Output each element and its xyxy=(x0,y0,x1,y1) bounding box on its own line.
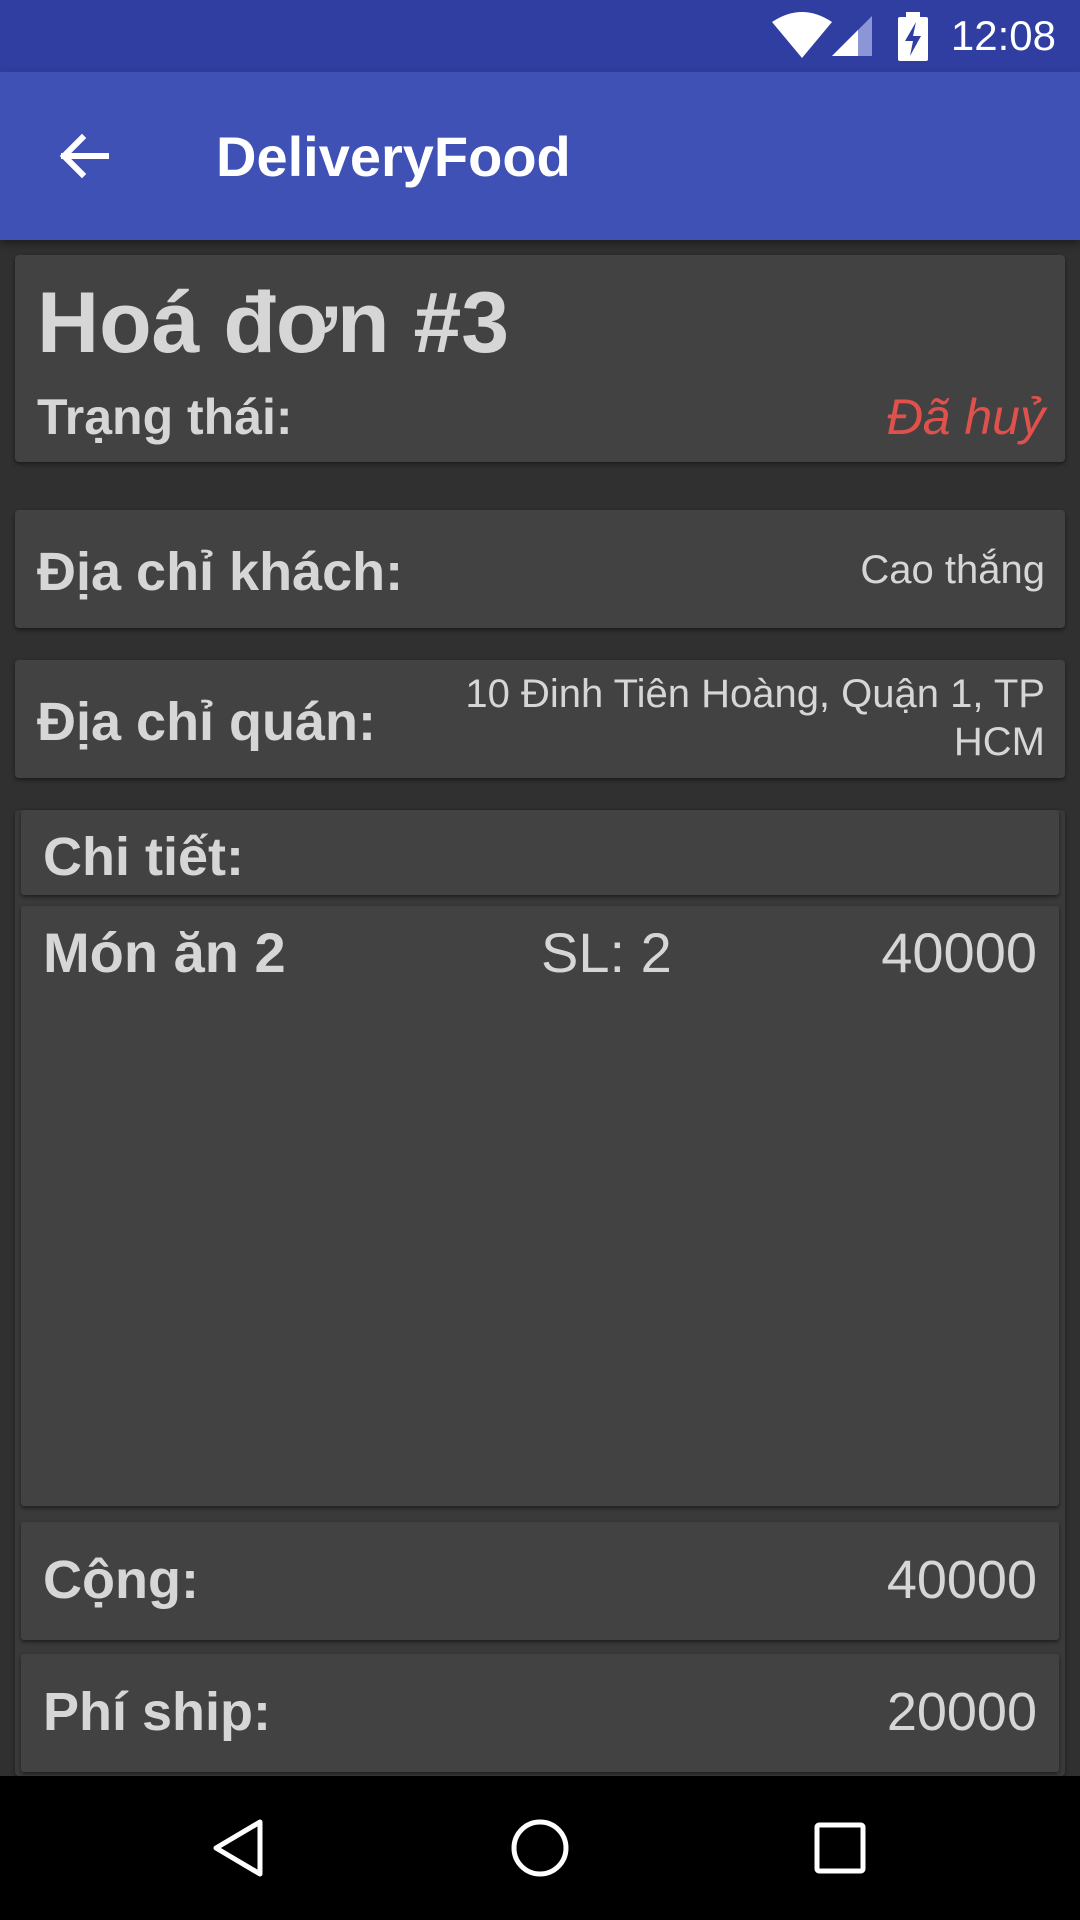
app-bar: DeliveryFood xyxy=(0,72,1080,240)
cell-signal-icon xyxy=(832,16,872,56)
details-card: Chi tiết: Món ăn 2 SL: 2 40000 Cộng: 400… xyxy=(15,810,1065,1776)
details-header-label: Chi tiết: xyxy=(43,827,244,887)
status-time: 12:08 xyxy=(950,12,1056,59)
arrow-back-icon xyxy=(59,133,109,179)
navigation-bar xyxy=(0,1776,1080,1920)
shop-address-card: Địa chỉ quán: 10 Đinh Tiên Hoàng, Quận 1… xyxy=(15,660,1065,778)
subtotal-label: Cộng: xyxy=(43,1550,199,1610)
shop-address-label: Địa chỉ quán: xyxy=(37,692,377,752)
subtotal-value: 40000 xyxy=(886,1550,1037,1610)
customer-address-label: Địa chỉ khách: xyxy=(37,542,404,602)
nav-home-button[interactable] xyxy=(490,1798,590,1898)
battery-charging-icon xyxy=(898,12,928,61)
shop-address-line2: HCM xyxy=(953,720,1045,764)
nav-home-icon xyxy=(511,1819,569,1877)
nav-recents-icon xyxy=(814,1822,866,1874)
invoice-header-card: Hoá đơn #3 Trạng thái: Đã huỷ xyxy=(15,255,1065,462)
invoice-title: Hoá đơn #3 xyxy=(37,275,510,371)
nav-back-button[interactable] xyxy=(190,1798,290,1898)
app-title: DeliveryFood xyxy=(216,125,571,188)
item-price: 40000 xyxy=(881,921,1037,984)
details-header: Chi tiết: xyxy=(21,810,1059,895)
shipping-row: Phí ship: 20000 xyxy=(21,1654,1059,1772)
item-quantity: SL: 2 xyxy=(541,921,672,984)
shop-address-value: 10 Đinh Tiên Hoàng, Quận 1, TP HCM xyxy=(465,670,1045,766)
nav-recents-button[interactable] xyxy=(790,1798,890,1898)
screen: 12:08 DeliveryFood Hoá đơn #3 Trạng thái… xyxy=(0,0,1080,1920)
shipping-label: Phí ship: xyxy=(43,1682,271,1742)
items-list: Món ăn 2 SL: 2 40000 xyxy=(21,906,1059,1506)
status-value: Đã huỷ xyxy=(886,389,1045,445)
customer-address-card: Địa chỉ khách: Cao thắng xyxy=(15,510,1065,628)
customer-address-value: Cao thắng xyxy=(860,548,1045,592)
nav-back-icon xyxy=(213,1819,263,1877)
subtotal-row: Cộng: 40000 xyxy=(21,1522,1059,1640)
shop-address-line1: 10 Đinh Tiên Hoàng, Quận 1, TP xyxy=(465,672,1045,716)
status-label: Trạng thái: xyxy=(37,389,293,445)
status-bar: 12:08 xyxy=(0,0,1080,72)
wifi-icon xyxy=(772,12,832,58)
shipping-value: 20000 xyxy=(886,1682,1037,1742)
back-button[interactable] xyxy=(40,112,128,200)
list-item[interactable]: Món ăn 2 SL: 2 40000 xyxy=(21,906,1059,1006)
item-name: Món ăn 2 xyxy=(43,921,286,984)
